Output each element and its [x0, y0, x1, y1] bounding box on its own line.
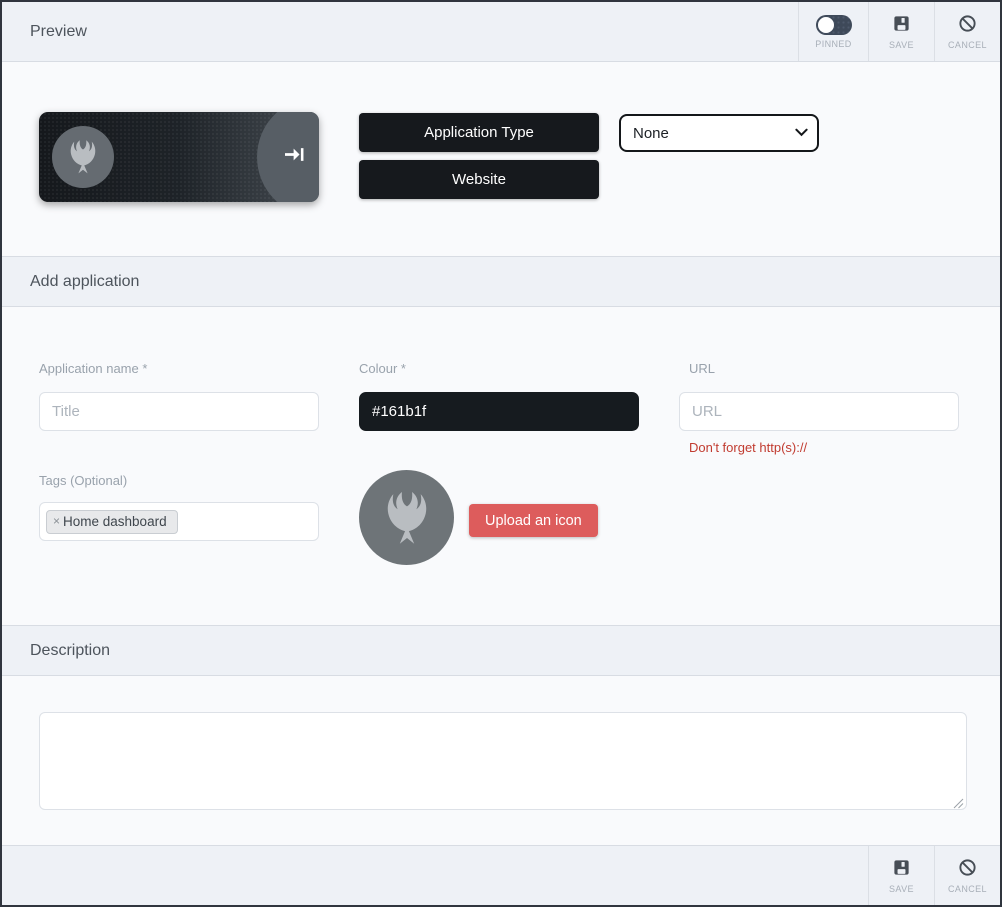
application-type-button[interactable]: Application Type	[359, 113, 599, 152]
heimdall-logo-icon	[371, 479, 443, 556]
sign-in-arrow-icon	[284, 145, 306, 170]
pinned-label: PINNED	[815, 39, 851, 49]
add-application-section-bar: Add application	[2, 256, 1000, 307]
cancel-label: CANCEL	[948, 884, 987, 894]
tag-text: Home dashboard	[63, 514, 167, 529]
application-form: Application name * Colour * URL Don't fo…	[2, 307, 1000, 625]
tag-remove-icon[interactable]: ×	[53, 515, 60, 527]
cancel-icon	[958, 14, 977, 36]
add-application-heading: Add application	[30, 273, 139, 291]
add-application-window: Preview PINNED SAVE	[0, 0, 1002, 907]
save-label: SAVE	[889, 40, 914, 50]
footer-actions: SAVE CANCEL	[868, 846, 1000, 905]
colour-input[interactable]	[359, 392, 639, 431]
tags-input[interactable]: × Home dashboard	[39, 502, 319, 541]
application-name-input[interactable]	[39, 392, 319, 431]
description-textarea[interactable]	[39, 712, 967, 810]
resize-grip-icon[interactable]	[953, 796, 964, 807]
url-hint: Don't forget http(s)://	[689, 440, 807, 455]
description-section-bar: Description	[2, 625, 1000, 676]
website-button[interactable]: Website	[359, 160, 599, 199]
floppy-disk-icon	[892, 14, 911, 36]
url-label: URL	[689, 361, 715, 376]
application-type-select[interactable]: None	[619, 114, 819, 152]
upload-icon-button[interactable]: Upload an icon	[469, 504, 598, 537]
save-button[interactable]: SAVE	[868, 2, 934, 61]
save-label: SAVE	[889, 884, 914, 894]
pinned-toggle-cell: PINNED	[798, 2, 868, 61]
application-icon-preview	[359, 470, 454, 565]
cancel-button[interactable]: CANCEL	[934, 846, 1000, 905]
save-button[interactable]: SAVE	[868, 846, 934, 905]
tag-chip: × Home dashboard	[46, 510, 178, 534]
application-type-select-wrap: None	[619, 114, 819, 152]
preview-title: Preview	[2, 23, 87, 41]
url-input[interactable]	[679, 392, 959, 431]
toggle-knob-icon	[818, 17, 834, 33]
heimdall-logo-icon	[60, 132, 106, 183]
preview-header: Preview PINNED SAVE	[2, 2, 1000, 62]
tags-label: Tags (Optional)	[39, 473, 127, 488]
footer-bar: SAVE CANCEL	[2, 845, 1000, 905]
cancel-button[interactable]: CANCEL	[934, 2, 1000, 61]
application-name-label: Application name *	[39, 361, 147, 376]
preview-section: Application Type Website None	[2, 62, 1000, 256]
description-heading: Description	[30, 642, 110, 660]
pinned-toggle[interactable]	[816, 15, 852, 35]
header-actions: PINNED SAVE	[798, 2, 1000, 61]
app-tile-preview[interactable]	[39, 112, 319, 202]
colour-label: Colour *	[359, 361, 406, 376]
cancel-label: CANCEL	[948, 40, 987, 50]
floppy-disk-icon	[892, 858, 911, 880]
tile-app-badge	[52, 126, 114, 188]
cancel-icon	[958, 858, 977, 880]
description-section	[2, 676, 1000, 845]
